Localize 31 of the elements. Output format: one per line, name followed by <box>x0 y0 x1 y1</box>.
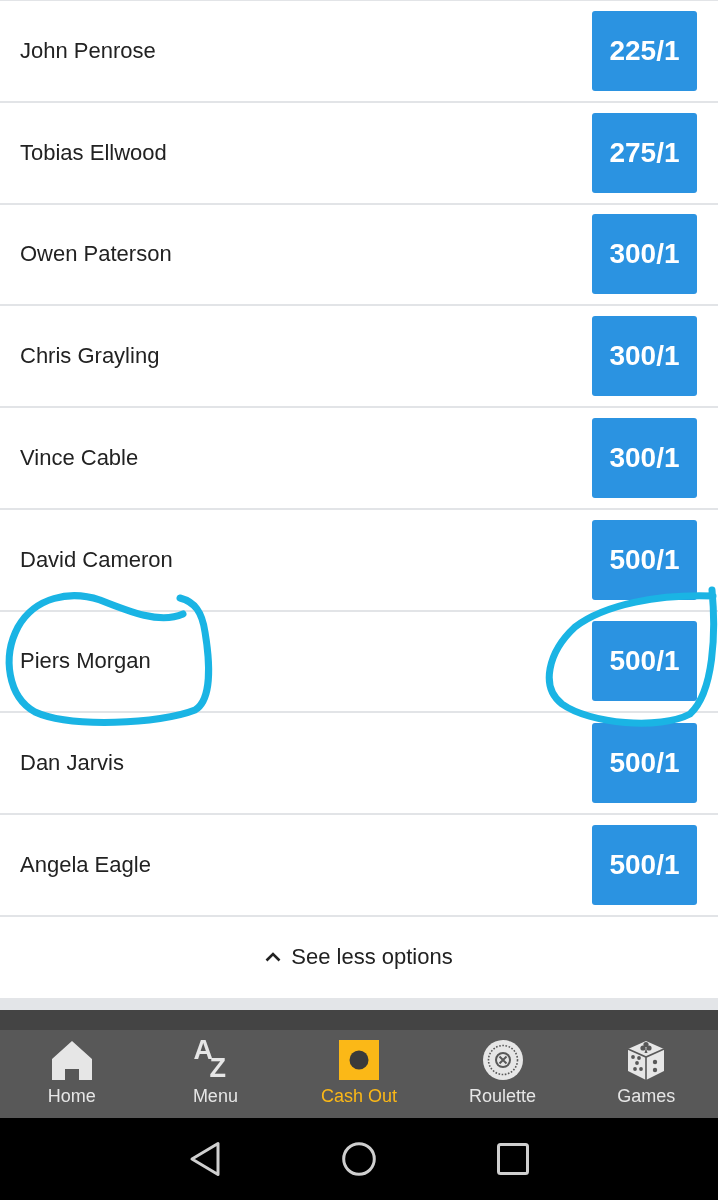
odds-button[interactable]: 300/1 <box>592 214 697 295</box>
selection-name: John Penrose <box>20 37 156 64</box>
selection-name: Tobias Ellwood <box>20 139 167 166</box>
home-icon <box>51 1039 92 1080</box>
back-icon[interactable] <box>189 1140 221 1177</box>
nav-tab[interactable]: Games <box>574 1029 718 1118</box>
odds-button[interactable]: 500/1 <box>592 723 697 804</box>
nav-tab[interactable]: A Z Menu <box>143 1029 288 1118</box>
selection-name: Angela Eagle <box>20 851 151 878</box>
odds-button[interactable]: 225/1 <box>592 10 697 91</box>
nav-tab[interactable]: Home <box>0 1029 144 1118</box>
selection-name: Vince Cable <box>20 444 139 471</box>
home-icon[interactable] <box>342 1141 376 1176</box>
selection-name: Piers Morgan <box>20 648 151 675</box>
dice-icon <box>626 1039 667 1080</box>
az-letters-icon: A Z <box>195 1039 236 1080</box>
odds-button[interactable]: 275/1 <box>592 112 697 193</box>
see-less-options-button[interactable]: See less options <box>265 944 453 971</box>
roulette-wheel-icon <box>482 1039 523 1080</box>
selection-name: David Cameron <box>20 546 173 573</box>
nav-tab[interactable]: Roulette <box>430 1029 575 1118</box>
nav-tab[interactable]: Cash Out <box>287 1029 431 1118</box>
odds-button[interactable]: 500/1 <box>592 621 697 702</box>
selection-name: Owen Paterson <box>20 241 172 268</box>
selection-name: Chris Grayling <box>20 343 160 370</box>
odds-button[interactable]: 300/1 <box>592 417 697 498</box>
odds-button[interactable]: 500/1 <box>592 824 697 905</box>
selection-name: Dan Jarvis <box>20 750 124 777</box>
odds-button[interactable]: 500/1 <box>592 519 697 600</box>
recent-apps-icon[interactable] <box>497 1142 529 1175</box>
odds-button[interactable]: 300/1 <box>592 316 697 397</box>
